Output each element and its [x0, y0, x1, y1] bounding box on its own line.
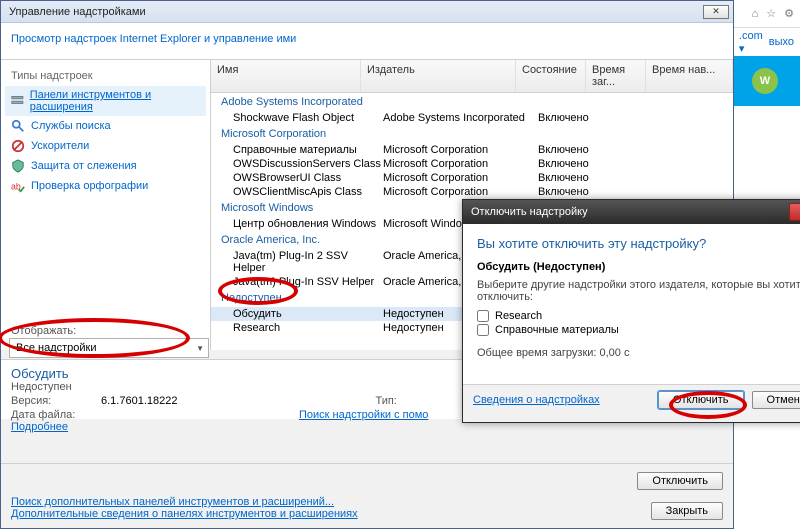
dialog-ok-button[interactable]: Отключить [658, 391, 744, 409]
list-header: Имя Издатель Состояние Время заг... Врем… [211, 60, 733, 93]
disable-button[interactable]: Отключить [637, 472, 723, 490]
spellcheck-icon: ab [11, 179, 25, 193]
dialog-title: Отключить надстройку [471, 206, 588, 218]
checkbox-reference[interactable]: Справочные материалы [477, 323, 800, 337]
checkbox-input[interactable] [477, 310, 489, 322]
date-label: Дата файла: [11, 409, 91, 421]
list-row[interactable]: OWSDiscussionServers ClassMicrosoft Corp… [211, 157, 733, 171]
find-more-link[interactable]: Поиск дополнительных панелей инструменто… [11, 496, 334, 508]
list-row[interactable]: Shockwave Flash ObjectAdobe Systems Inco… [211, 111, 733, 125]
col-name[interactable]: Имя [211, 60, 361, 92]
dialog-titlebar: Отключить надстройку ✕ [463, 200, 800, 224]
col-loadtime[interactable]: Время заг... [586, 60, 646, 92]
star-icon[interactable]: ☆ [766, 7, 776, 20]
dialog-info-link[interactable]: Сведения о надстройках [473, 394, 600, 406]
avatar[interactable]: W [752, 68, 778, 94]
checkbox-input[interactable] [477, 324, 489, 336]
sidebar-item-spellcheck[interactable]: ab Проверка орфографии [5, 176, 206, 196]
titlebar: Управление надстройками ✕ [1, 1, 733, 23]
sidebar-item-tracking[interactable]: Защита от слежения [5, 156, 206, 176]
disable-addon-dialog: Отключить надстройку ✕ Вы хотите отключи… [462, 199, 800, 423]
window-title: Управление надстройками [9, 6, 146, 18]
search-icon [11, 119, 25, 133]
sidebar-item-accelerators[interactable]: Ускорители [5, 136, 206, 156]
sidebar-header: Типы надстроек [5, 66, 206, 86]
gear-icon[interactable]: ⚙ [784, 7, 794, 20]
list-row[interactable]: OWSBrowserUI ClassMicrosoft CorporationВ… [211, 171, 733, 185]
type-label: Тип: [375, 395, 455, 407]
footer: Отключить Поиск дополнительных панелей и… [1, 463, 733, 528]
list-row[interactable]: Справочные материалыMicrosoft Corporatio… [211, 143, 733, 157]
dialog-cancel-button[interactable]: Отмена [752, 391, 800, 409]
subtitle-link[interactable]: Просмотр надстроек Internet Explorer и у… [11, 33, 296, 45]
sidebar-item-label: Панели инструментов и расширения [30, 89, 200, 113]
list-row[interactable]: OWSClientMiscApis ClassMicrosoft Corpora… [211, 185, 733, 199]
chevron-down-icon: ▼ [196, 344, 204, 353]
subheader: Просмотр надстроек Internet Explorer и у… [1, 23, 733, 60]
checkbox-research[interactable]: Research [477, 309, 800, 323]
dialog-loadtime: Общее время загрузки: 0,00 с [477, 347, 800, 359]
col-navtime[interactable]: Время нав... [646, 60, 733, 92]
dialog-question: Вы хотите отключить эту надстройку? [477, 236, 800, 251]
search-addon-link[interactable]: Поиск надстройки с помо [299, 409, 428, 421]
sidebar: Типы надстроек Панели инструментов и рас… [1, 60, 211, 350]
exit-link[interactable]: выхо [769, 36, 794, 48]
dialog-addon-name: Обсудить (Недоступен) [477, 261, 800, 273]
sidebar-item-label: Проверка орфографии [31, 180, 148, 192]
sidebar-item-label: Ускорители [31, 140, 89, 152]
version-value: 6.1.7601.18222 [101, 395, 177, 407]
dialog-close-icon[interactable]: ✕ [789, 203, 800, 221]
group-header: Microsoft Corporation [211, 125, 733, 143]
dialog-message: Выберите другие надстройки этого издател… [477, 279, 800, 303]
sidebar-item-toolbars[interactable]: Панели инструментов и расширения [5, 86, 206, 116]
col-publisher[interactable]: Издатель [361, 60, 516, 92]
sidebar-item-label: Защита от слежения [31, 160, 137, 172]
shield-icon [11, 159, 25, 173]
display-dropdown[interactable]: Все надстройки ▼ [9, 338, 209, 358]
home-icon[interactable]: ⌂ [752, 8, 759, 20]
sidebar-item-search[interactable]: Службы поиска [5, 116, 206, 136]
display-label: Отображать: [11, 325, 76, 337]
group-header: Adobe Systems Incorporated [211, 93, 733, 111]
col-status[interactable]: Состояние [516, 60, 586, 92]
close-icon[interactable]: ✕ [703, 5, 729, 19]
close-button[interactable]: Закрыть [651, 502, 723, 520]
domain-link[interactable]: .com ▾ [739, 30, 763, 55]
accelerator-icon [11, 139, 25, 153]
toolbar-icon [11, 94, 24, 108]
dropdown-value: Все надстройки [16, 342, 97, 354]
learn-more-link[interactable]: Дополнительные сведения о панелях инстру… [11, 508, 358, 520]
version-label: Версия: [11, 395, 91, 407]
more-link[interactable]: Подробнее [11, 421, 68, 433]
sidebar-item-label: Службы поиска [31, 120, 111, 132]
